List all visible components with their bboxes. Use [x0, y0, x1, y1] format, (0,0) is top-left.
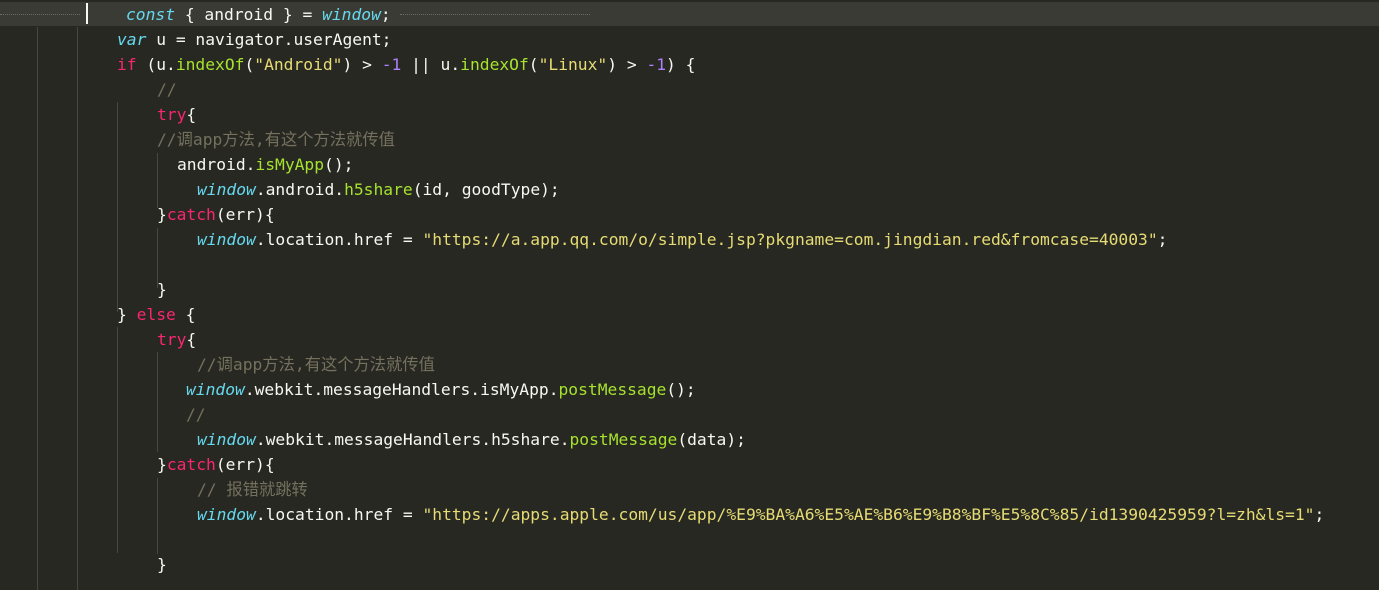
- code-line[interactable]: }catch(err){: [157, 452, 275, 477]
- code-token: var: [117, 30, 147, 49]
- code-token: || u.: [401, 55, 461, 74]
- code-token: }: [157, 555, 167, 574]
- code-token: window: [197, 505, 256, 524]
- code-line[interactable]: window.location.href = "https://apps.app…: [197, 502, 1324, 527]
- code-token: //调app方法,有这个方法就传值: [157, 130, 395, 149]
- code-line[interactable]: const { android } = window;: [126, 2, 391, 27]
- code-line[interactable]: window.android.h5share(id, goodType);: [197, 177, 560, 202]
- code-line[interactable]: }: [157, 552, 167, 577]
- code-token: indexOf: [175, 55, 245, 74]
- code-token: window: [197, 180, 256, 199]
- code-token: try: [157, 330, 187, 349]
- code-token: ) >: [342, 55, 382, 74]
- whitespace-dots: [400, 14, 590, 15]
- code-token: "Android": [254, 55, 343, 74]
- code-token: -1: [646, 55, 667, 74]
- code-line[interactable]: try{: [157, 102, 196, 127]
- code-token: else: [136, 305, 176, 324]
- code-token: "https://apps.apple.com/us/app/%E9%BA%A6…: [422, 505, 1315, 524]
- code-token: postMessage: [569, 430, 678, 449]
- code-line[interactable]: window.webkit.messageHandlers.h5share.po…: [197, 427, 746, 452]
- code-token: }: [157, 205, 167, 224]
- text-cursor: [86, 3, 88, 24]
- code-token: // 报错就跳转: [197, 480, 308, 499]
- code-line[interactable]: if (u.indexOf("Android") > -1 || u.index…: [117, 52, 695, 77]
- code-token: (err){: [215, 455, 275, 474]
- code-token: .webkit.messageHandlers.isMyApp.: [244, 380, 559, 399]
- code-token: }: [157, 455, 167, 474]
- code-token: (: [528, 55, 539, 74]
- code-line[interactable]: //: [157, 77, 177, 102]
- code-token: (data);: [677, 430, 746, 449]
- code-token: (u.: [136, 55, 176, 74]
- code-line[interactable]: // 报错就跳转: [197, 477, 308, 502]
- code-token: "https://a.app.qq.com/o/simple.jsp?pkgna…: [422, 230, 1158, 249]
- code-token: const: [126, 5, 176, 24]
- code-line[interactable]: //调app方法,有这个方法就传值: [197, 352, 435, 377]
- whitespace-dots: [0, 14, 80, 15]
- indent-guide: [117, 102, 118, 312]
- code-token: "Linux": [538, 55, 608, 74]
- code-token: { android } =: [175, 5, 323, 24]
- code-token: try: [157, 105, 187, 124]
- code-token: ();: [666, 380, 696, 399]
- code-token: indexOf: [460, 55, 529, 74]
- indent-guide: [77, 27, 78, 590]
- code-token: catch: [166, 455, 216, 474]
- code-line[interactable]: }: [157, 277, 167, 302]
- indent-guide: [157, 153, 158, 208]
- code-token: (id, goodType);: [412, 180, 560, 199]
- code-token: {: [175, 305, 196, 324]
- code-token: window: [197, 230, 256, 249]
- code-token: window: [322, 5, 381, 24]
- code-token: ;: [1157, 230, 1168, 249]
- code-line[interactable]: android.isMyApp();: [177, 152, 353, 177]
- code-token: .webkit.messageHandlers.h5share.: [255, 430, 570, 449]
- code-line[interactable]: window.webkit.messageHandlers.isMyApp.po…: [186, 377, 696, 402]
- code-editor[interactable]: const { android } = window; var u = navig…: [0, 0, 1379, 590]
- code-line[interactable]: window.location.href = "https://a.app.qq…: [197, 227, 1167, 252]
- code-token: catch: [166, 205, 216, 224]
- code-token: -1: [381, 55, 402, 74]
- code-token: .android.: [255, 180, 345, 199]
- code-token: //: [186, 405, 206, 424]
- indent-guide: [117, 327, 118, 553]
- code-token: ;: [380, 5, 391, 24]
- code-token: postMessage: [558, 380, 667, 399]
- indent-guide: [157, 352, 158, 452]
- code-token: android.: [177, 155, 256, 174]
- code-token: ) {: [666, 55, 696, 74]
- code-token: {: [186, 330, 197, 349]
- code-line[interactable]: } else {: [117, 302, 195, 327]
- indent-guide: [157, 478, 158, 554]
- code-token: ;: [1314, 505, 1325, 524]
- code-token: (err){: [215, 205, 275, 224]
- code-line[interactable]: //: [186, 402, 206, 427]
- code-line[interactable]: }catch(err){: [157, 202, 275, 227]
- code-token: //: [157, 80, 177, 99]
- code-token: isMyApp: [255, 155, 325, 174]
- code-token: window: [186, 380, 245, 399]
- code-token: u = navigator.userAgent;: [146, 30, 392, 49]
- indent-guide: [37, 27, 38, 590]
- code-token: //调app方法,有这个方法就传值: [197, 355, 435, 374]
- code-line[interactable]: //调app方法,有这个方法就传值: [157, 127, 395, 152]
- code-token: (: [244, 55, 255, 74]
- code-token: }: [117, 305, 137, 324]
- code-token: .location.href =: [255, 230, 423, 249]
- code-token: h5share: [344, 180, 413, 199]
- code-token: ) >: [607, 55, 647, 74]
- code-token: if: [117, 55, 137, 74]
- code-token: .location.href =: [255, 505, 423, 524]
- code-token: ();: [324, 155, 354, 174]
- code-line[interactable]: try{: [157, 327, 196, 352]
- code-line[interactable]: var u = navigator.userAgent;: [117, 27, 391, 52]
- code-token: {: [186, 105, 197, 124]
- code-token: window: [197, 430, 256, 449]
- code-token: }: [157, 280, 167, 299]
